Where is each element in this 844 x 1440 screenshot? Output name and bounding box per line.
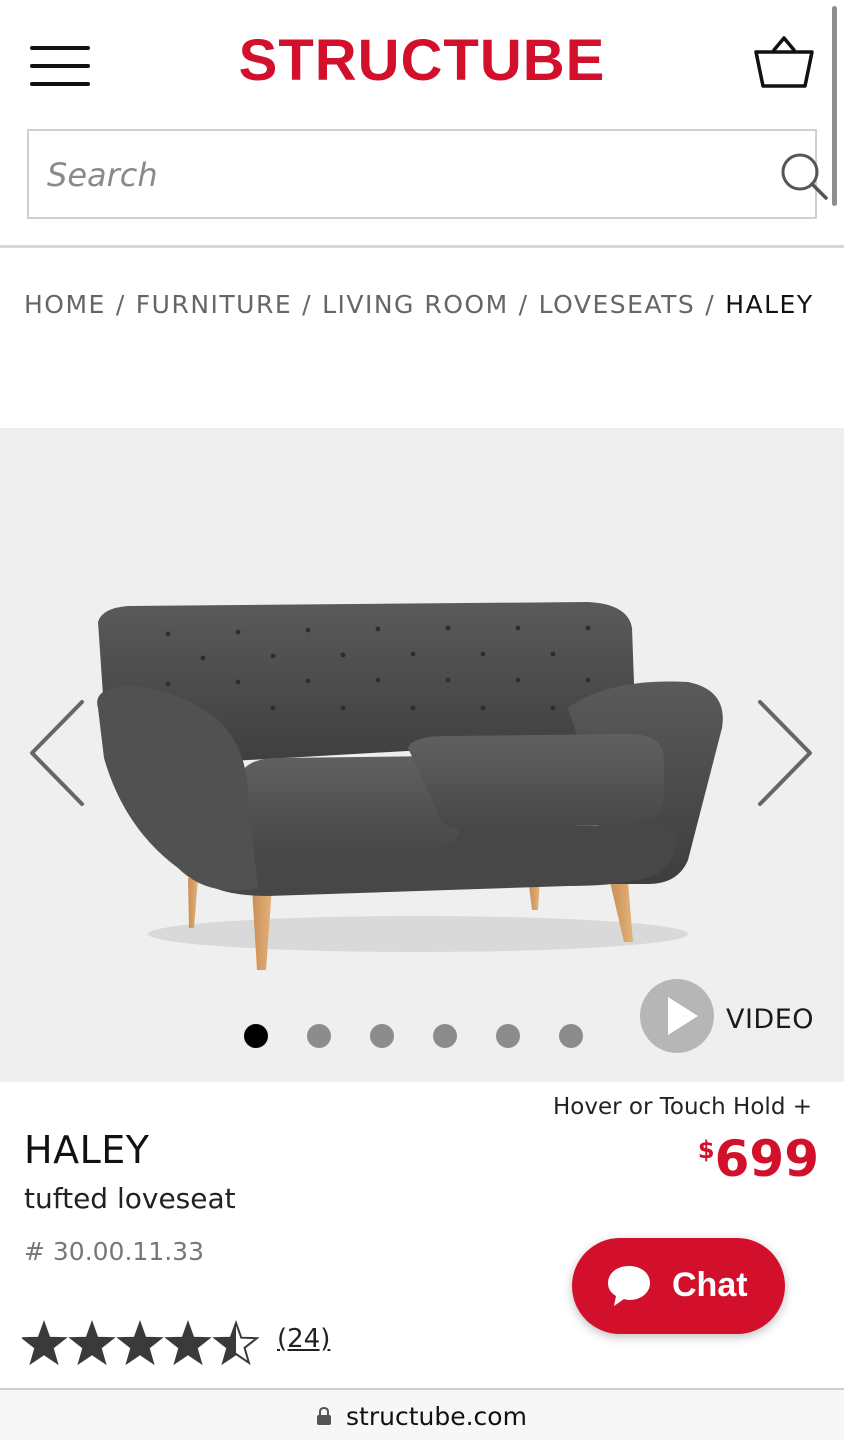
product-rating[interactable]: (24) [22, 1318, 362, 1370]
breadcrumb: HOME / FURNITURE / LIVING ROOM / LOVESEATS / HAL… [24, 290, 824, 330]
chat-bubble-icon [608, 1266, 650, 1306]
breadcrumb-separator: / [115, 290, 126, 319]
header-divider [0, 245, 844, 248]
video-button[interactable]: VIDEO [640, 979, 830, 1055]
search-icon[interactable] [779, 151, 829, 201]
star-fill [71, 1323, 113, 1363]
breadcrumb-furniture[interactable]: FURNITURE [136, 290, 292, 319]
chevron-left-icon[interactable] [22, 696, 92, 810]
play-icon[interactable] [640, 979, 714, 1053]
chat-label[interactable]: Chat [672, 1266, 748, 1305]
breadcrumb-separator: / [302, 290, 313, 319]
chat-button[interactable]: Chat [572, 1238, 785, 1334]
product-subtitle: tufted loveseat [24, 1182, 236, 1215]
product-image-gallery[interactable]: VIDEO [0, 428, 844, 1082]
chevron-right-icon[interactable] [750, 696, 820, 810]
slide-dot[interactable] [244, 1024, 268, 1048]
breadcrumb-home[interactable]: HOME [24, 290, 106, 319]
product-price: $699 [698, 1130, 819, 1188]
breadcrumb-current: HALEY [725, 290, 814, 319]
price-amount: 699 [714, 1130, 819, 1188]
product-sku: # 30.00.11.33 [24, 1237, 204, 1266]
star-fill [167, 1323, 209, 1363]
slide-dot[interactable] [307, 1024, 331, 1048]
star-fill [23, 1323, 65, 1363]
review-count-link[interactable]: (24) [277, 1324, 330, 1354]
breadcrumb-separator: / [518, 290, 529, 319]
slide-dot[interactable] [559, 1024, 583, 1048]
product-name: HALEY [24, 1128, 150, 1172]
star-fill [119, 1323, 161, 1363]
slide-dot[interactable] [433, 1024, 457, 1048]
breadcrumb-separator: / [705, 290, 716, 319]
search-input[interactable] [47, 145, 747, 205]
slide-dot[interactable] [496, 1024, 520, 1048]
breadcrumb-loveseats[interactable]: LOVESEATS [539, 290, 696, 319]
breadcrumb-living-room[interactable]: LIVING ROOM [322, 290, 509, 319]
product-image[interactable] [88, 598, 738, 988]
url-text[interactable]: structube.com [346, 1402, 527, 1431]
shopping-basket-icon[interactable] [752, 34, 816, 92]
video-label[interactable]: VIDEO [726, 1004, 814, 1035]
browser-url-bar[interactable]: structube.com [0, 1388, 844, 1440]
scrollbar[interactable] [832, 6, 837, 206]
search-bar [27, 129, 828, 219]
slide-dot[interactable] [370, 1024, 394, 1048]
zoom-hint: Hover or Touch Hold + [553, 1094, 812, 1120]
lock-icon [317, 1406, 331, 1425]
rating-stars[interactable] [22, 1318, 262, 1370]
price-currency: $ [697, 1136, 715, 1164]
site-header: STRUCTUBE [0, 0, 844, 248]
site-logo[interactable]: STRUCTUBE [0, 28, 844, 94]
